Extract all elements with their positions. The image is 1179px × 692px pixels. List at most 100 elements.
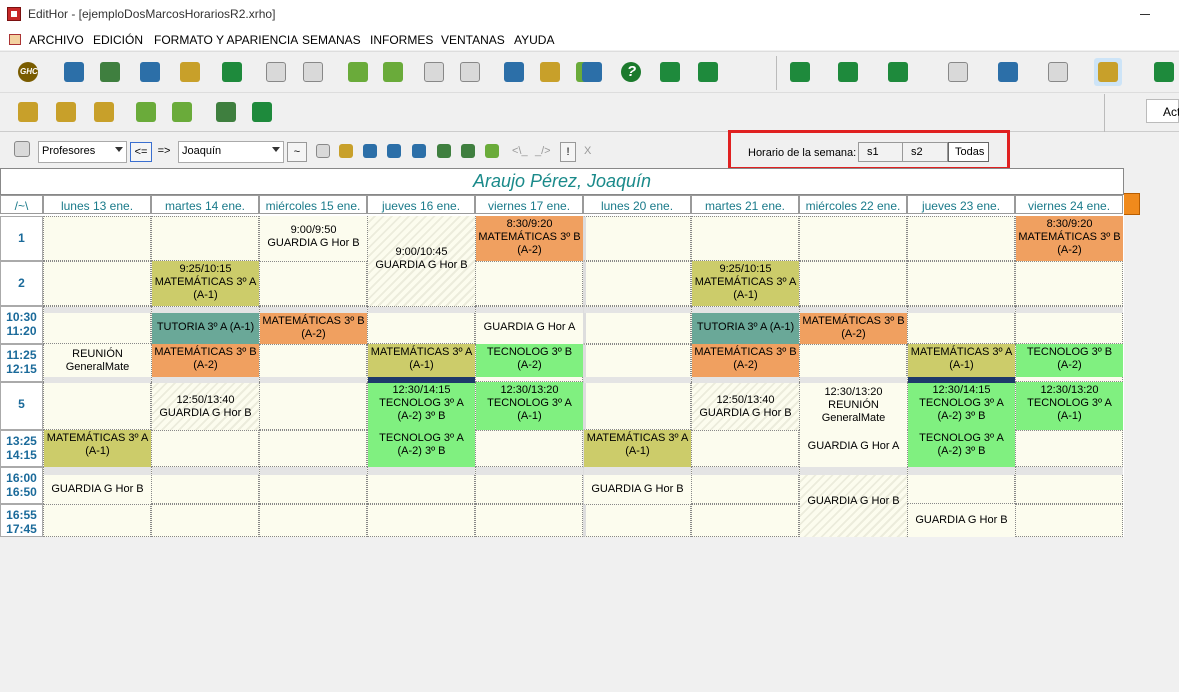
timetable-cell[interactable]	[367, 504, 475, 537]
prev-button[interactable]: <=	[130, 142, 152, 162]
class-block[interactable]: TECNOLOG 3º A (A-2) 3º B	[908, 430, 1015, 467]
cup-button[interactable]	[434, 141, 454, 161]
class-block[interactable]: TECNOLOG 3º B (A-2)	[476, 344, 583, 377]
timetable-cell[interactable]	[43, 261, 151, 306]
next-week-link[interactable]: _/>	[535, 145, 551, 157]
day-header[interactable]: miércoles 15 ene.	[259, 195, 367, 214]
timetable-cell[interactable]	[583, 504, 691, 537]
menu-formato[interactable]: FORMATO Y APARIENCIA	[154, 33, 298, 47]
folder-button[interactable]	[176, 58, 204, 86]
next-button[interactable]: =>	[153, 142, 175, 162]
pdf-button[interactable]	[262, 58, 290, 86]
timetable-cell[interactable]	[907, 216, 1015, 261]
timetable-cell[interactable]	[259, 382, 367, 430]
wave-button[interactable]	[132, 98, 160, 126]
day-header[interactable]: lunes 13 ene.	[43, 195, 151, 214]
day-header[interactable]: viernes 24 ene.	[1015, 195, 1123, 214]
ghc-button[interactable]	[14, 58, 42, 86]
menu-edicion[interactable]: EDICIÓN	[93, 33, 143, 47]
timetable-cell[interactable]	[475, 504, 583, 537]
class-block[interactable]: 9:25/10:15 MATEMÁTICAS 3º A (A-1)	[692, 261, 799, 306]
timetable-cell[interactable]	[691, 430, 799, 467]
timetable-cell[interactable]	[1015, 430, 1123, 467]
class-block[interactable]: GUARDIA G Hor A	[476, 313, 583, 344]
menu-semanas[interactable]: SEMANAS	[302, 33, 361, 47]
menu-informes[interactable]: INFORMES	[370, 33, 433, 47]
tilde-button[interactable]: ~	[287, 142, 307, 162]
class-block[interactable]: 12:30/13:20 TECNOLOG 3º A (A-1)	[1016, 382, 1123, 430]
day-header[interactable]: viernes 17 ene.	[475, 195, 583, 214]
timetable-cell[interactable]	[43, 382, 151, 430]
class-block[interactable]: 12:30/14:15 TECNOLOG 3º A (A-2) 3º B	[908, 382, 1015, 430]
whats-this-button[interactable]	[656, 58, 684, 86]
wave-alt-button[interactable]	[168, 98, 196, 126]
class-block[interactable]: 12:30/13:20 REUNIÓN GeneralMate	[800, 382, 907, 430]
colors-button[interactable]	[536, 58, 564, 86]
timetable-cell[interactable]	[259, 504, 367, 537]
class-block[interactable]: 9:00/9:50 GUARDIA G Hor B	[260, 216, 367, 261]
save-button[interactable]	[96, 58, 124, 86]
timetable-cell[interactable]	[907, 261, 1015, 306]
prev-week-link[interactable]: <\_	[512, 145, 528, 157]
book-view-button[interactable]	[458, 141, 478, 161]
view-grid-1-button[interactable]	[313, 141, 333, 161]
format-button[interactable]	[944, 58, 972, 86]
menu-ventanas[interactable]: VENTANAS	[441, 33, 505, 47]
close-link[interactable]: X	[584, 145, 591, 157]
excel-alt-button[interactable]	[456, 58, 484, 86]
teacher-select[interactable]: Joaquín	[178, 141, 284, 163]
fill-button[interactable]	[248, 98, 276, 126]
class-block[interactable]: 9:25/10:15 MATEMÁTICAS 3º A (A-1)	[152, 261, 259, 306]
timetable-cell[interactable]	[43, 216, 151, 261]
doc-green-alt-button[interactable]	[379, 58, 407, 86]
day-header[interactable]: lunes 20 ene.	[583, 195, 691, 214]
move-up-alt-button[interactable]	[52, 98, 80, 126]
class-block[interactable]: GUARDIA G Hor B	[584, 475, 691, 504]
view-grid-4-button[interactable]	[384, 141, 404, 161]
people-button[interactable]	[500, 58, 528, 86]
timetable-cell[interactable]	[259, 430, 367, 467]
timetable-cell[interactable]	[691, 216, 799, 261]
timetable-cell[interactable]	[799, 261, 907, 306]
class-block[interactable]: TECNOLOG 3º B (A-2)	[1016, 344, 1123, 377]
timetable-cell[interactable]	[151, 504, 259, 537]
zoom-button[interactable]	[884, 58, 912, 86]
help-button[interactable]	[617, 58, 645, 86]
timetable-cell[interactable]	[691, 504, 799, 537]
class-block[interactable]: GUARDIA G Hor A	[800, 430, 907, 467]
ghc-export-button[interactable]	[60, 58, 88, 86]
class-block[interactable]: MATEMÁTICAS 3º B (A-2)	[800, 313, 907, 344]
open-button[interactable]	[136, 58, 164, 86]
day-header[interactable]: jueves 23 ene.	[907, 195, 1015, 214]
day-header[interactable]: miércoles 22 ene.	[799, 195, 907, 214]
class-block[interactable]: GUARDIA G Hor B	[44, 475, 151, 504]
timetable-cell[interactable]	[151, 216, 259, 261]
pdf-alt-button[interactable]	[299, 58, 327, 86]
timetable-cell[interactable]	[583, 216, 691, 261]
day-header[interactable]: martes 21 ene.	[691, 195, 799, 214]
timetable-cell[interactable]	[1015, 504, 1123, 537]
chart-view-button[interactable]	[482, 141, 502, 161]
timetable-cell[interactable]	[583, 382, 691, 430]
attach-button[interactable]	[12, 139, 34, 161]
timetable-cell[interactable]	[475, 261, 583, 306]
class-block[interactable]: 12:30/13:20 TECNOLOG 3º A (A-1)	[476, 382, 583, 430]
timetable-cell[interactable]	[259, 261, 367, 306]
day-header[interactable]: jueves 16 ene.	[367, 195, 475, 214]
class-block[interactable]: TUTORIA 3º A (A-1)	[692, 313, 799, 344]
class-block[interactable]: MATEMÁTICAS 3º A (A-1)	[908, 344, 1015, 377]
view-grid-3-button[interactable]	[360, 141, 380, 161]
act-button[interactable]: Act	[1146, 99, 1179, 123]
class-block[interactable]: MATEMÁTICAS 3º A (A-1)	[368, 344, 475, 377]
class-block[interactable]: TUTORIA 3º A (A-1)	[152, 313, 259, 344]
class-block[interactable]: GUARDIA G Hor B	[800, 475, 907, 537]
minimize-icon[interactable]	[1140, 14, 1150, 15]
timetable-cell[interactable]	[1015, 261, 1123, 306]
class-block[interactable]: GUARDIA G Hor B	[908, 504, 1015, 537]
cloud-button[interactable]	[578, 58, 606, 86]
day-header[interactable]: martes 14 ene.	[151, 195, 259, 214]
timetable-cell[interactable]	[475, 430, 583, 467]
menu-ayuda[interactable]: AYUDA	[514, 33, 554, 47]
class-block[interactable]: 12:50/13:40 GUARDIA G Hor B	[692, 382, 799, 430]
class-block[interactable]: 8:30/9:20 MATEMÁTICAS 3º B (A-2)	[476, 216, 583, 261]
